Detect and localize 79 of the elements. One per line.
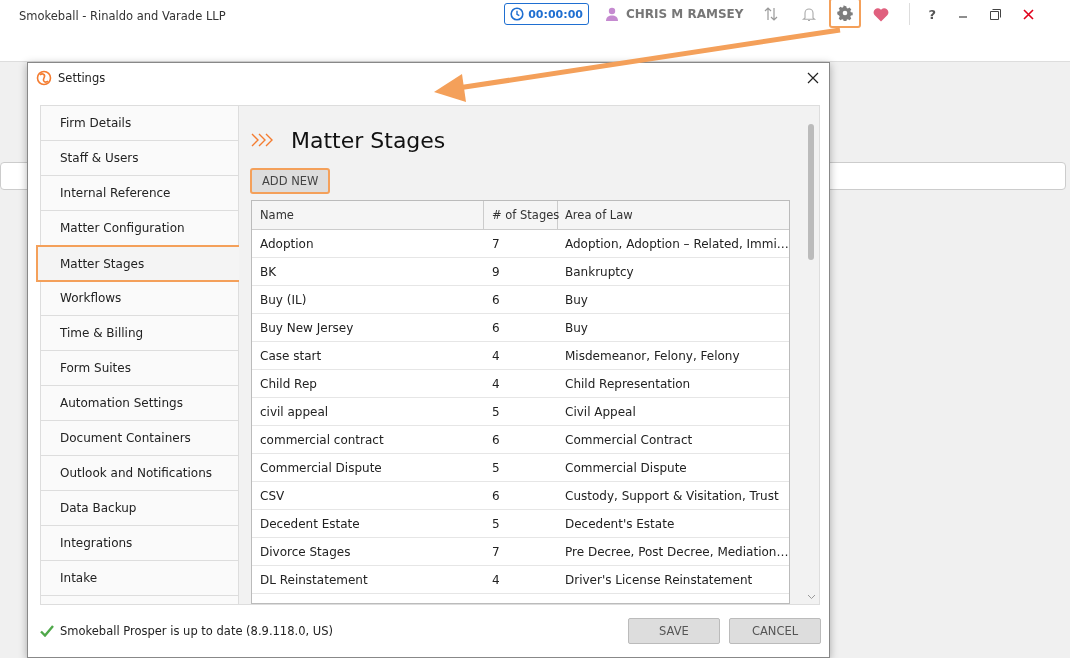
nav-item[interactable]: Outlook and Notifications xyxy=(41,456,238,491)
table-cell-text: 5 xyxy=(491,460,501,475)
nav-item[interactable]: Form Suites xyxy=(41,351,238,386)
up-down-arrows-icon[interactable] xyxy=(763,6,780,22)
table-cell-text: 4 xyxy=(491,572,501,587)
table-cell-text: 9 xyxy=(491,264,501,279)
table-cell-text: 6 xyxy=(491,488,501,503)
table-cell-text: 6 xyxy=(491,320,501,335)
dialog-button[interactable]: CANCEL xyxy=(729,618,821,644)
clock-icon xyxy=(510,7,525,21)
checkmark-icon xyxy=(40,625,54,637)
app-title: Smokeball - Rinaldo and Varade LLP xyxy=(19,9,226,23)
table-cell-text: Buy xyxy=(564,292,589,307)
nav-item[interactable]: Workflows xyxy=(41,281,238,316)
table-cell-text: Civil Appeal xyxy=(564,404,637,419)
table-cell-text: Buy New Jersey xyxy=(259,320,355,335)
close-icon[interactable] xyxy=(807,72,819,84)
table-cell-text: 6 xyxy=(491,292,501,307)
table-cell-text: Case start xyxy=(259,348,323,363)
nav-item[interactable]: Data Backup xyxy=(41,491,238,526)
column-header[interactable]: Name xyxy=(252,201,484,229)
table-cell-text: Child Rep xyxy=(259,376,318,391)
nav-item[interactable]: Automation Settings xyxy=(41,386,238,421)
nav-item[interactable]: Internal Reference xyxy=(41,176,238,211)
nav-item[interactable]: Document Containers xyxy=(41,421,238,456)
nav-item[interactable]: Integrations xyxy=(41,526,238,561)
table-cell-text: Commercial Contract xyxy=(564,432,694,447)
table-cell-text: Decedent Estate xyxy=(259,516,361,531)
table-cell-text: civil appeal xyxy=(259,404,330,419)
table-cell-text: 4 xyxy=(491,348,501,363)
chevron-down-icon[interactable] xyxy=(807,594,816,600)
table-cell-text: Child Representation xyxy=(564,376,692,391)
table-cell-text: Driver's License Reinstatement xyxy=(564,572,754,587)
table-cell-text: Commercial Dispute xyxy=(564,460,688,475)
bell-icon[interactable] xyxy=(801,6,818,22)
logo-icon xyxy=(36,70,52,86)
help-button[interactable]: ? xyxy=(928,6,936,22)
settings-button[interactable] xyxy=(829,0,862,28)
table-cell-text: commercial contract xyxy=(259,432,385,447)
add-new-button[interactable]: ADD NEW xyxy=(250,168,331,194)
table-cell-text: CSV xyxy=(259,488,286,503)
table-cell-text: 6 xyxy=(491,432,501,447)
chevrons-icon xyxy=(251,133,275,147)
dialog-title: Settings xyxy=(58,71,106,85)
user-icon xyxy=(604,7,619,21)
table-cell-text: 5 xyxy=(491,404,501,419)
table-cell-text: Buy xyxy=(564,320,589,335)
status-text: Smokeball Prosper is up to date (8.9.118.0, US) xyxy=(60,624,333,638)
nav-item[interactable]: Firm Details xyxy=(41,106,238,141)
table-cell-text: Bankruptcy xyxy=(564,264,635,279)
table-cell-text: 7 xyxy=(491,544,501,559)
timer-button[interactable]: 00:00:00 xyxy=(504,3,589,25)
nav-item[interactable]: Staff & Users xyxy=(41,141,238,176)
heart-icon[interactable] xyxy=(873,6,890,22)
settings-icon xyxy=(837,5,854,21)
table-cell-text: Misdemeanor, Felony, Felony xyxy=(564,348,741,363)
table-cell-text: 4 xyxy=(491,376,501,391)
dialog-button[interactable]: SAVE xyxy=(628,618,720,644)
user-name[interactable]: CHRIS M RAMSEY xyxy=(625,7,744,21)
page-heading: Matter Stages xyxy=(291,127,446,153)
nav-item[interactable]: Time & Billing xyxy=(41,316,238,351)
restore-icon[interactable] xyxy=(990,8,1001,20)
table-cell-text: BK xyxy=(259,264,278,279)
nav-item[interactable]: Matter Stages xyxy=(37,246,240,281)
table-cell-text: Adoption xyxy=(259,236,315,251)
table-cell-text: 7 xyxy=(491,236,501,251)
table-cell-text: Commercial Dispute xyxy=(259,460,383,475)
table-cell-text: Pre Decree, Post Decree, Mediation… xyxy=(564,544,789,559)
table-cell-text: Buy (IL) xyxy=(259,292,308,307)
table-cell-text: Divorce Stages xyxy=(259,544,352,559)
nav-item[interactable]: Intake xyxy=(41,561,238,596)
scrollbar-thumb[interactable] xyxy=(808,124,814,260)
table-cell-text: Decedent's Estate xyxy=(564,516,676,531)
column-header[interactable]: Area of Law xyxy=(558,201,789,229)
table-cell-text: Custody, Support & Visitation, Trust xyxy=(564,488,780,503)
table-cell-text: Adoption, Adoption – Related, Immi… xyxy=(564,236,789,251)
table-cell-text: 5 xyxy=(491,516,501,531)
column-header[interactable]: # of Stages xyxy=(484,201,558,229)
table-cell-text: DL Reinstatement xyxy=(259,572,369,587)
